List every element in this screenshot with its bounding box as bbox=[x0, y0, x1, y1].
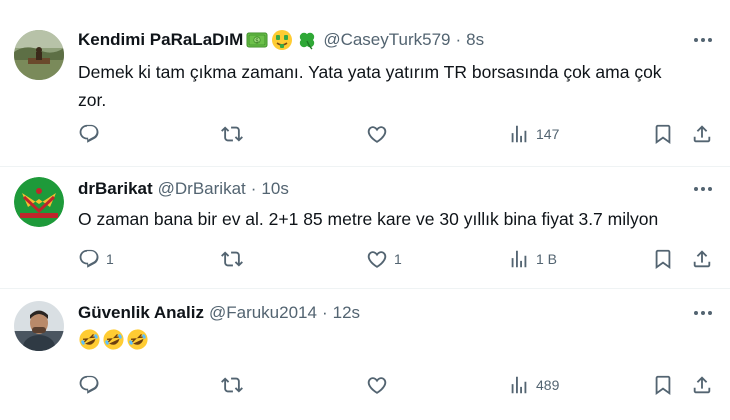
tweet-text bbox=[78, 328, 708, 359]
dollar-banknote-icon: $ bbox=[246, 31, 268, 49]
rolling-on-floor-laughing-icon bbox=[102, 328, 125, 359]
reply-button[interactable] bbox=[78, 371, 106, 399]
more-options-icon[interactable] bbox=[690, 30, 716, 50]
more-options-icon[interactable] bbox=[690, 303, 716, 323]
rolling-on-floor-laughing-icon bbox=[126, 328, 149, 359]
reply-button[interactable]: 1 bbox=[78, 245, 114, 273]
bookmark-icon bbox=[655, 124, 671, 145]
separator-dot: · bbox=[321, 303, 328, 322]
reply-icon bbox=[79, 375, 99, 394]
money-mouth-face-icon bbox=[271, 29, 293, 51]
handle[interactable]: @CaseyTurk579 bbox=[323, 30, 450, 50]
views-button[interactable]: 147 bbox=[508, 120, 559, 148]
views-button[interactable]: 1 B bbox=[508, 245, 557, 273]
like-button[interactable] bbox=[366, 371, 394, 399]
like-button[interactable] bbox=[366, 120, 394, 148]
like-count: 1 bbox=[394, 251, 402, 267]
avatar[interactable] bbox=[14, 30, 64, 80]
tweet-3[interactable]: Güvenlik Analiz @Faruku2014 · 12s 489 bbox=[0, 289, 730, 420]
tweet-text-line: zor. bbox=[78, 90, 107, 110]
share-button[interactable] bbox=[691, 371, 713, 399]
handle[interactable]: @Faruku2014 bbox=[209, 303, 317, 323]
reply-icon bbox=[79, 124, 99, 143]
separator-dot: · bbox=[455, 30, 462, 49]
reply-button[interactable] bbox=[78, 120, 106, 148]
tweet-header: drBarikat @DrBarikat · 10s bbox=[78, 177, 289, 201]
tweet-header: Güvenlik Analiz @Faruku2014 · 12s bbox=[78, 301, 360, 325]
bookmark-button[interactable] bbox=[652, 245, 674, 273]
handle[interactable]: @DrBarikat bbox=[158, 179, 246, 199]
retweet-button[interactable] bbox=[221, 245, 249, 273]
bookmark-icon bbox=[655, 375, 671, 396]
timestamp[interactable]: 8s bbox=[466, 30, 484, 50]
heart-icon bbox=[367, 126, 387, 143]
heart-icon bbox=[367, 377, 387, 394]
retweet-icon bbox=[221, 251, 243, 267]
tweet-2[interactable]: drBarikat @DrBarikat · 10s O zaman bana … bbox=[0, 167, 730, 288]
analytics-icon bbox=[511, 250, 527, 268]
views-count: 489 bbox=[536, 377, 560, 393]
share-icon bbox=[693, 376, 711, 394]
bookmark-icon bbox=[655, 249, 671, 270]
tweet-1[interactable]: Kendimi PaRaLaDıM $ @CaseyTurk579 · 8s D… bbox=[0, 0, 730, 166]
reply-count: 1 bbox=[106, 251, 114, 267]
bookmark-button[interactable] bbox=[652, 120, 674, 148]
more-options-icon[interactable] bbox=[690, 179, 716, 199]
analytics-icon bbox=[511, 125, 527, 143]
heart-icon bbox=[367, 251, 387, 268]
share-icon bbox=[693, 250, 711, 268]
reply-icon bbox=[79, 249, 99, 268]
separator-dot: · bbox=[250, 179, 257, 198]
share-button[interactable] bbox=[691, 120, 713, 148]
tweet-text-line: Demek ki tam çıkma zamanı. Yata yata yat… bbox=[78, 62, 662, 82]
avatar[interactable] bbox=[14, 177, 64, 227]
views-button[interactable]: 489 bbox=[508, 371, 559, 399]
rolling-on-floor-laughing-icon bbox=[78, 328, 101, 359]
svg-text:$: $ bbox=[255, 38, 259, 45]
tweet-actions: 1 1 1 B bbox=[0, 245, 730, 273]
tweet-actions: 147 bbox=[0, 120, 730, 148]
avatar[interactable] bbox=[14, 301, 64, 351]
share-button[interactable] bbox=[691, 245, 713, 273]
views-count: 1 B bbox=[536, 251, 558, 267]
retweet-button[interactable] bbox=[221, 371, 249, 399]
retweet-icon bbox=[221, 377, 243, 393]
tweet-text-line: O zaman bana bir ev al. 2+1 85 metre kar… bbox=[78, 209, 659, 229]
tweet-text: Demek ki tam çıkma zamanı. Yata yata yat… bbox=[78, 58, 708, 114]
tweet-header: Kendimi PaRaLaDıM $ @CaseyTurk579 · 8s bbox=[78, 28, 484, 52]
tweet-text: O zaman bana bir ev al. 2+1 85 metre kar… bbox=[78, 205, 708, 233]
retweet-button[interactable] bbox=[221, 120, 249, 148]
bookmark-button[interactable] bbox=[652, 371, 674, 399]
timestamp[interactable]: 10s bbox=[261, 179, 288, 199]
share-icon bbox=[693, 125, 711, 143]
retweet-icon bbox=[221, 126, 243, 142]
timestamp[interactable]: 12s bbox=[333, 303, 360, 323]
tweet-actions: 489 bbox=[0, 371, 730, 399]
like-button[interactable]: 1 bbox=[366, 245, 402, 273]
display-name[interactable]: Güvenlik Analiz bbox=[78, 303, 204, 323]
display-name[interactable]: Kendimi PaRaLaDıM bbox=[78, 30, 243, 50]
display-name[interactable]: drBarikat bbox=[78, 179, 153, 199]
four-leaf-clover-icon bbox=[296, 29, 318, 51]
views-count: 147 bbox=[536, 126, 560, 142]
analytics-icon bbox=[511, 376, 527, 394]
